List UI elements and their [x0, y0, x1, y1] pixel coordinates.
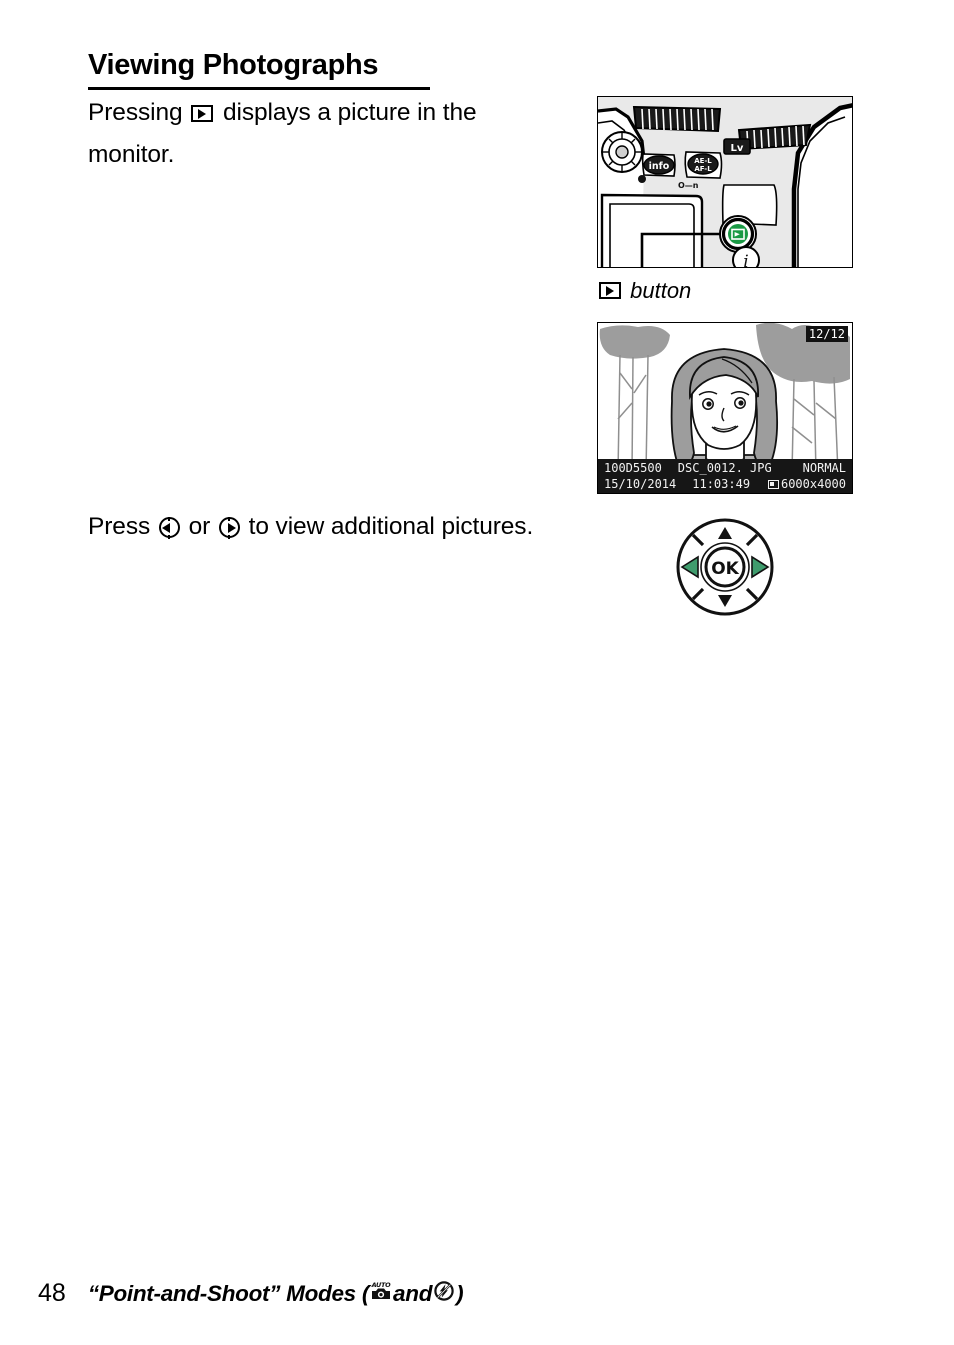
monitor-playback-illustration: 12/12 100D5500 DSC_0012. JPG NORMAL 15/1…	[597, 322, 853, 494]
playback-button-icon	[719, 215, 757, 253]
live-view-switch-icon: Lv	[723, 138, 751, 155]
footer-title-suffix: )	[456, 1281, 464, 1306]
ae-l-af-l-button-icon: AE-L AF-L	[684, 151, 723, 179]
svg-text:AUTO: AUTO	[371, 1281, 392, 1289]
footer-title-prefix: “Point-and-Shoot” Modes (	[87, 1281, 370, 1306]
camera-back-illustration: Lv info AE-L AF-L O—n i	[597, 96, 853, 268]
press-paragraph: Press or to view additional pictures.	[88, 506, 608, 548]
photo-quality: NORMAL	[802, 461, 846, 475]
playback-button-caption: button	[597, 278, 691, 304]
playback-icon	[599, 282, 621, 299]
auto-mode-icon: AUTO	[370, 1280, 392, 1301]
playback-caption-label: button	[630, 278, 692, 303]
camera-back-svg: Lv info AE-L AF-L O—n i	[598, 103, 852, 268]
press-text-after: to view additional pictures.	[248, 513, 534, 540]
photo-time: 11:03:49	[692, 477, 751, 491]
playback-icon	[191, 105, 214, 122]
press-text-or: or	[188, 513, 211, 540]
image-size-icon	[767, 479, 779, 489]
multi-selector-svg: OK	[676, 518, 774, 616]
multi-selector-left-icon	[158, 516, 180, 539]
frame-counter: 12/12	[805, 326, 848, 342]
footer-title-middle: and	[393, 1281, 433, 1306]
svg-text:AF-L: AF-L	[694, 165, 712, 173]
svg-text:AE-L: AE-L	[694, 157, 712, 165]
command-dial-icon	[601, 131, 643, 173]
key-lock-mark: O—n	[678, 181, 699, 190]
svg-text:info: info	[649, 161, 670, 172]
photo-date: 15/10/2014	[604, 477, 677, 491]
svg-text:Lv: Lv	[731, 143, 744, 154]
intro-text-before: Pressing	[88, 99, 183, 126]
photo-info-bar: 100D5500 DSC_0012. JPG NORMAL 15/10/2014…	[598, 459, 852, 493]
svg-text:i: i	[743, 252, 748, 268]
page-footer: 48 “Point-and-Shoot” Modes ( AUTO and )	[38, 1279, 464, 1308]
photo-filename: DSC_0012. JPG	[677, 461, 772, 475]
press-text-before: Press	[88, 513, 151, 540]
page-title: Viewing Photographs	[88, 48, 430, 90]
page-number: 48	[38, 1279, 66, 1307]
footer-section-title: “Point-and-Shoot” Modes ( AUTO and )	[88, 1280, 464, 1307]
i-button-icon: i	[732, 246, 760, 268]
multi-selector-right-icon	[218, 516, 240, 539]
ok-button-label: OK	[711, 559, 739, 579]
photo-folder: 100D5500	[604, 461, 662, 475]
info-button-icon: info	[641, 153, 676, 177]
photo-image-size: 6000x4000	[780, 477, 846, 491]
flash-off-icon	[434, 1281, 454, 1301]
multi-selector-illustration: OK	[666, 512, 784, 622]
intro-paragraph: Pressing displays a picture in the monit…	[88, 92, 558, 176]
